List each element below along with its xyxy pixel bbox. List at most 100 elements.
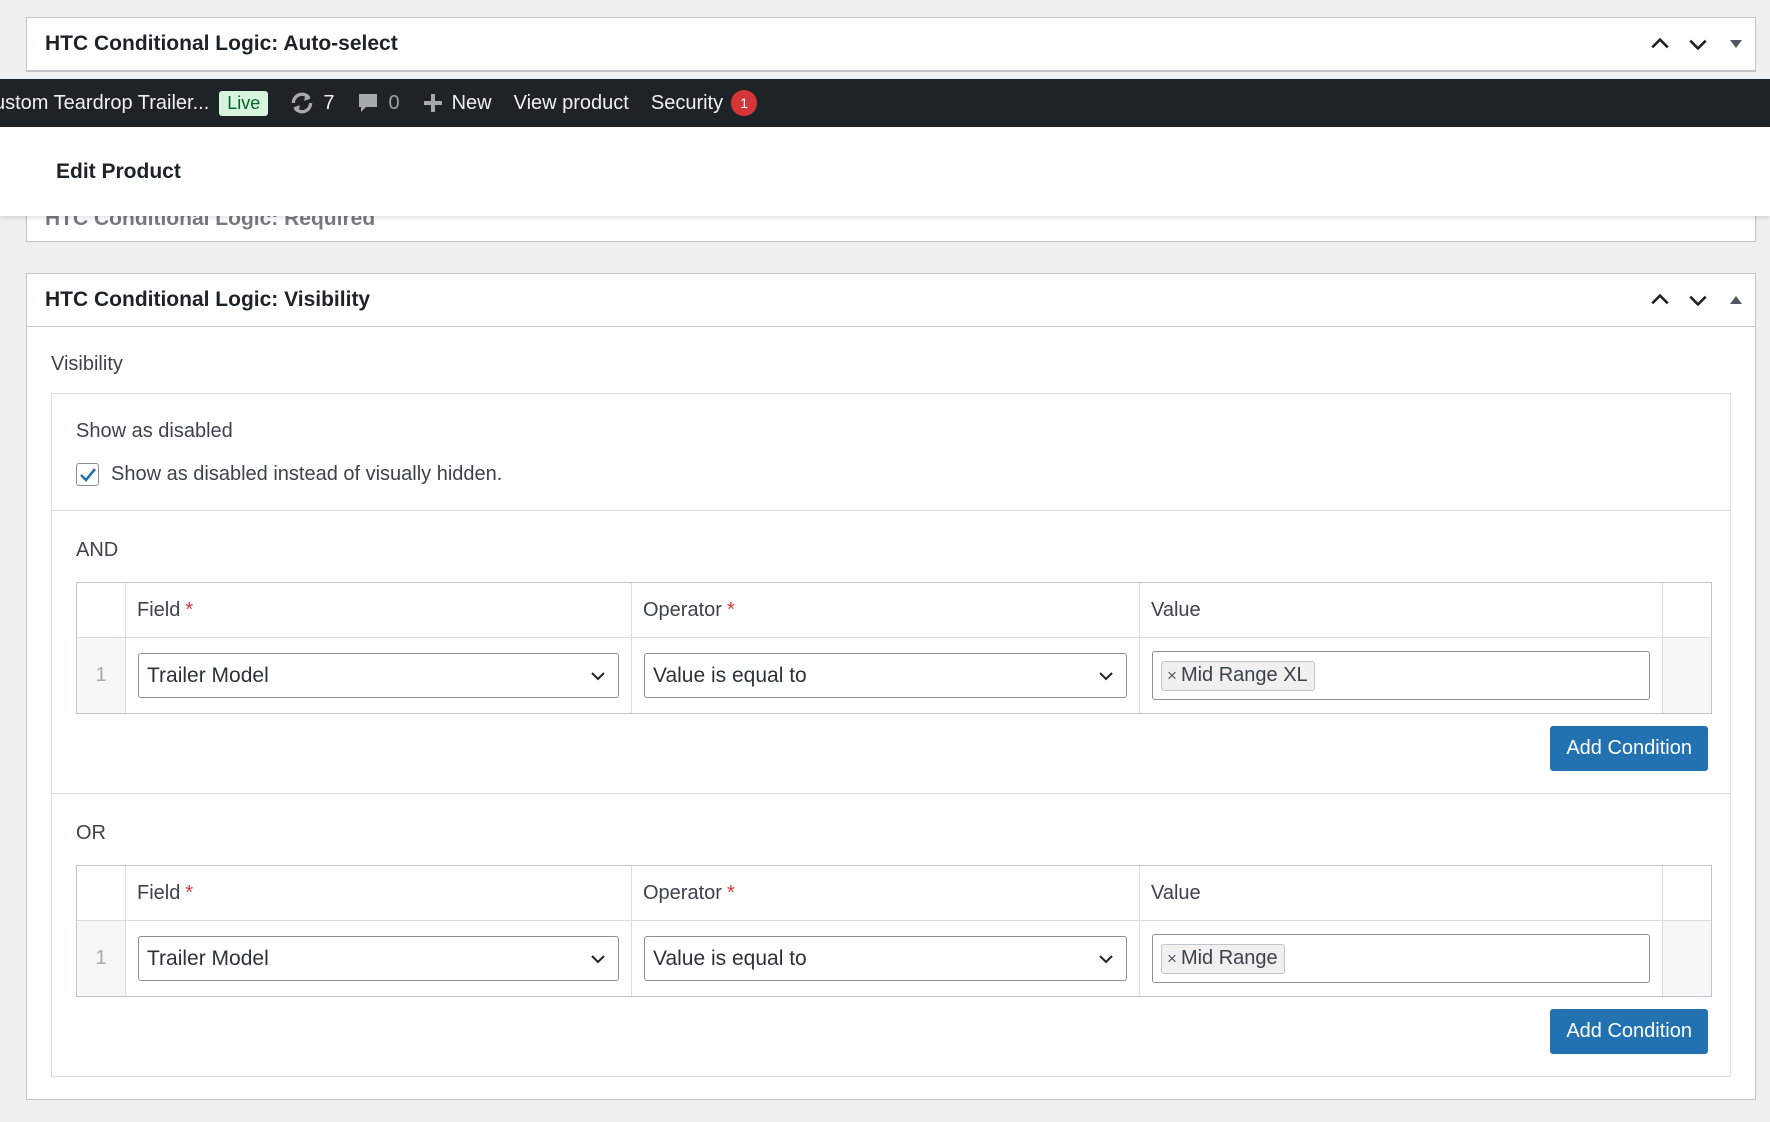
operator-cell: Value is equal to [632,638,1140,713]
edit-product-header: Edit Product [0,127,1770,216]
checkmark-icon [79,467,96,482]
security-count-badge: 1 [731,90,758,116]
view-product-link[interactable]: View product [503,79,640,127]
operator-select-value: Value is equal to [653,663,807,687]
actions-header [1663,866,1711,921]
value-cell: × Mid Range [1140,921,1663,996]
field-select[interactable]: Trailer Model [138,936,619,981]
group-label: AND [76,539,119,561]
postbox-header: HTC Conditional Logic: Auto-select [27,18,1755,71]
tag-remove-icon[interactable]: × [1167,949,1177,969]
comments-count: 0 [388,91,400,114]
new-label: New [451,91,492,114]
chevron-down-icon [1099,954,1113,963]
chevron-down-icon [1689,39,1707,51]
row-index: 1 [77,638,126,713]
chevron-up-icon [1651,37,1669,49]
chevron-down-icon [1099,671,1113,680]
operator-cell: Value is equal to [632,921,1140,996]
site-name: ustom Teardrop Trailer... [0,91,210,114]
group-label: OR [76,822,106,844]
handle-actions [1641,18,1755,70]
show-disabled-checkbox[interactable] [76,463,99,486]
index-header [77,583,126,638]
triangle-down-icon [1730,40,1742,48]
add-condition-button[interactable]: Add Condition [1550,726,1708,771]
condition-group-and: AND Field * Operator * Value 1 Trailer Mod [52,511,1730,794]
row-actions-cell [1663,638,1711,713]
postbox-autoselect: HTC Conditional Logic: Auto-select [26,17,1756,72]
visibility-settings: Show as disabled Show as disabled instea… [51,393,1731,1077]
value-header: Value [1140,866,1663,921]
actions-header [1663,583,1711,638]
table-row: 1 Trailer Model Value is equal to × Mid … [77,921,1711,996]
chevron-down-icon [591,954,605,963]
field-cell: Trailer Model [126,921,632,996]
admin-bar: ustom Teardrop Trailer... Live 7 0 New V… [0,79,1770,127]
postbox-visibility: HTC Conditional Logic: Visibility Visibi… [26,273,1756,1100]
postbox-title: HTC Conditional Logic: Auto-select [45,32,398,55]
visibility-label: Visibility [51,353,123,375]
tag-remove-icon[interactable]: × [1167,666,1177,686]
show-disabled-checkbox-label[interactable]: Show as disabled instead of visually hid… [111,463,502,486]
chevron-down-icon [591,671,605,680]
value-tag: × Mid Range [1161,943,1285,974]
move-down-button[interactable] [1679,18,1717,71]
tag-label: Mid Range [1180,947,1278,969]
triangle-up-icon [1730,296,1742,304]
field-select[interactable]: Trailer Model [138,653,619,698]
new-content-link[interactable]: New [411,79,503,127]
value-tag: × Mid Range XL [1161,660,1315,691]
toggle-panel-button[interactable] [1717,18,1755,71]
chevron-down-icon [1689,295,1707,307]
page-title: Edit Product [56,159,181,183]
operator-header: Operator * [632,866,1140,921]
move-up-button[interactable] [1641,274,1679,327]
move-up-button[interactable] [1641,18,1679,71]
site-name-link[interactable]: ustom Teardrop Trailer... [0,79,217,127]
field-select-value: Trailer Model [147,946,269,970]
field-cell: Trailer Model [126,638,632,713]
security-label: Security [650,91,724,114]
field-select-value: Trailer Model [147,663,269,687]
show-disabled-heading: Show as disabled [76,420,233,442]
handle-actions [1641,274,1755,326]
tag-label: Mid Range XL [1180,664,1308,686]
move-down-button[interactable] [1679,274,1717,327]
toggle-panel-button[interactable] [1717,274,1755,327]
row-actions-cell [1663,921,1711,996]
operator-select-value: Value is equal to [653,946,807,970]
value-header: Value [1140,583,1663,638]
refresh-icon [289,90,315,116]
operator-header: Operator * [632,583,1140,638]
chevron-up-icon [1651,293,1669,305]
conditions-table: Field* Operator* Value 1 Trailer Model [76,582,1712,714]
field-header: Field * [126,583,632,638]
postbox-header: HTC Conditional Logic: Visibility [27,274,1755,327]
operator-select[interactable]: Value is equal to [644,936,1127,981]
conditions-table: Field* Operator* Value 1 Trailer Model [76,865,1712,997]
add-condition-button[interactable]: Add Condition [1550,1009,1708,1054]
value-multiselect[interactable]: × Mid Range XL [1152,651,1650,700]
field-header: Field * [126,866,632,921]
live-badge: Live [219,90,269,116]
plus-icon [422,92,444,114]
row-index: 1 [77,921,126,996]
show-disabled-section: Show as disabled Show as disabled instea… [52,394,1730,511]
table-row: 1 Trailer Model Value is equal to × Mid … [77,638,1711,713]
security-link[interactable]: Security 1 [640,79,768,127]
value-cell: × Mid Range XL [1140,638,1663,713]
operator-select[interactable]: Value is equal to [644,653,1127,698]
conditions-header-row: Field * Operator * Value [77,583,1711,638]
value-multiselect[interactable]: × Mid Range [1152,934,1650,983]
comment-icon [356,91,380,115]
postbox-title: HTC Conditional Logic: Visibility [45,288,371,311]
comments-link[interactable]: 0 [345,79,410,127]
show-disabled-row: Show as disabled instead of visually hid… [76,463,1708,486]
add-condition-row: Add Condition [76,726,1708,771]
index-header [77,866,126,921]
conditions-header-row: Field * Operator * Value [77,866,1711,921]
updates-count: 7 [323,91,335,114]
view-product-label: View product [513,91,629,114]
updates-link[interactable]: 7 [278,79,345,127]
